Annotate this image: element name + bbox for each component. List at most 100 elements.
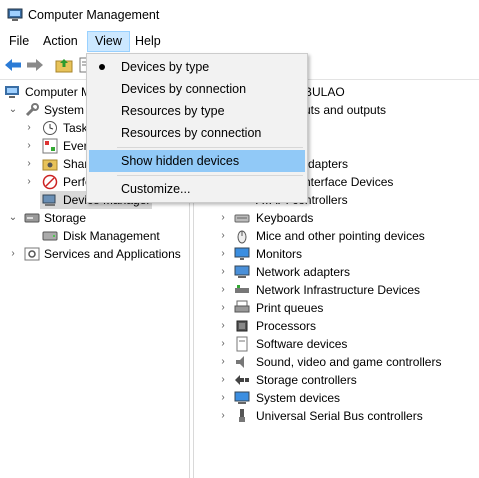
services-icon	[24, 247, 40, 261]
device-category-row[interactable]: › Processors	[194, 317, 479, 335]
device-category-row[interactable]: › Storage controllers	[194, 371, 479, 389]
menu-item-devices-by-type[interactable]: Devices by type	[89, 56, 305, 78]
storage-controller-icon	[235, 375, 249, 385]
tree-label: Monitors	[256, 247, 303, 261]
menu-item-show-hidden-devices[interactable]: Show hidden devices	[89, 150, 305, 172]
chevron-right-icon[interactable]: ›	[218, 335, 228, 353]
chevron-right-icon[interactable]: ›	[24, 119, 34, 137]
tree-label: Shar	[63, 157, 89, 171]
menu-item-devices-by-connection[interactable]: Devices by connection	[89, 78, 305, 100]
menu-item-label: Customize...	[121, 182, 191, 196]
device-category-row[interactable]: › Keyboards	[194, 209, 479, 227]
tree-label: Services and Applications	[44, 247, 181, 261]
monitor-icon	[234, 247, 250, 260]
chevron-right-icon[interactable]: ›	[218, 317, 228, 335]
forward-arrow-icon[interactable]	[26, 57, 44, 73]
tree-label: Processors	[256, 319, 317, 333]
device-category-row[interactable]: › Monitors	[194, 245, 479, 263]
chevron-right-icon[interactable]: ›	[218, 353, 228, 371]
chevron-right-icon[interactable]: ›	[218, 299, 228, 317]
menu-bar: File Action View Help	[0, 31, 479, 52]
folder-up-icon[interactable]	[55, 57, 73, 73]
tree-label: Ever	[63, 139, 88, 153]
menu-action[interactable]: Action	[36, 31, 85, 52]
tree-item-services-and-applications[interactable]: › Services and Applications	[0, 245, 189, 263]
menu-separator	[117, 175, 303, 176]
mouse-icon	[237, 230, 247, 244]
device-category-row[interactable]: › Universal Serial Bus controllers	[194, 407, 479, 425]
device-category-row[interactable]: › Software devices	[194, 335, 479, 353]
tree-label: Storage controllers	[256, 373, 357, 387]
chevron-right-icon[interactable]: ›	[218, 209, 228, 227]
software-device-icon	[236, 336, 248, 352]
network-infrastructure-icon	[235, 285, 249, 293]
chevron-right-icon[interactable]: ›	[218, 227, 228, 245]
chevron-right-icon[interactable]: ›	[8, 245, 18, 263]
menu-file[interactable]: File	[2, 31, 36, 52]
menu-item-customize[interactable]: Customize...	[89, 178, 305, 200]
menu-help[interactable]: Help	[128, 31, 168, 52]
tree-label: Task	[63, 121, 88, 135]
chevron-right-icon[interactable]: ›	[24, 173, 34, 191]
chevron-right-icon[interactable]: ›	[24, 137, 34, 155]
chevron-right-icon[interactable]: ›	[218, 407, 228, 425]
processor-icon	[236, 320, 248, 332]
menu-item-label: Devices by connection	[121, 82, 247, 96]
tree-label: uts and outputs	[304, 103, 387, 117]
computer-name-label: BULAO	[304, 85, 345, 99]
chevron-down-icon[interactable]: ⌄	[8, 209, 18, 227]
device-category-row[interactable]: › Network Infrastructure Devices	[194, 281, 479, 299]
device-category-row[interactable]: › System devices	[194, 389, 479, 407]
tree-label: Print queues	[256, 301, 324, 315]
tree-label: Software devices	[256, 337, 348, 351]
device-manager-icon	[42, 194, 56, 206]
title-bar: Computer Management	[0, 0, 479, 31]
tree-item-disk-management[interactable]: Disk Management	[0, 227, 189, 245]
chevron-down-icon[interactable]: ⌄	[8, 101, 18, 119]
device-category-row[interactable]: › Print queues	[194, 299, 479, 317]
device-category-row[interactable]: › Network adapters	[194, 263, 479, 281]
menu-separator	[117, 147, 303, 148]
system-device-icon	[234, 391, 250, 404]
sound-icon	[236, 356, 244, 368]
menu-item-label: Devices by type	[121, 60, 210, 74]
network-adapter-icon	[234, 265, 250, 278]
tree-label: dapters	[308, 157, 349, 171]
keyboard-icon	[234, 214, 250, 223]
tree-label: System devices	[256, 391, 341, 405]
shared-folder-icon	[42, 159, 58, 171]
clock-icon	[43, 121, 57, 135]
tree-label: Network Infrastructure Devices	[256, 283, 421, 297]
menu-item-resources-by-type[interactable]: Resources by type	[89, 100, 305, 122]
chevron-right-icon[interactable]: ›	[218, 389, 228, 407]
tools-icon	[25, 103, 39, 117]
tree-label: Mice and other pointing devices	[256, 229, 425, 243]
event-viewer-icon	[42, 138, 58, 154]
computer-management-icon	[5, 86, 19, 98]
chevron-right-icon[interactable]: ›	[218, 245, 228, 263]
tree-label: nterface Devices	[304, 175, 394, 189]
menu-item-label: Resources by connection	[121, 126, 262, 140]
chevron-right-icon[interactable]: ›	[24, 155, 34, 173]
device-category-row[interactable]: › Mice and other pointing devices	[194, 227, 479, 245]
storage-icon	[24, 213, 40, 223]
performance-icon	[42, 174, 58, 190]
tree-label: Keyboards	[256, 211, 314, 225]
tree-label: Disk Management	[63, 229, 160, 243]
tree-label: Universal Serial Bus controllers	[256, 409, 423, 423]
menu-item-label: Show hidden devices	[121, 154, 240, 168]
view-menu: Devices by type Devices by connection Re…	[86, 53, 308, 203]
disk-icon	[42, 231, 58, 241]
chevron-right-icon[interactable]: ›	[218, 263, 228, 281]
device-category-row[interactable]: › Sound, video and game controllers	[194, 353, 479, 371]
menu-view[interactable]: View	[87, 31, 130, 52]
menu-item-resources-by-connection[interactable]: Resources by connection	[89, 122, 305, 144]
tree-item-storage[interactable]: ⌄ Storage	[0, 209, 189, 227]
back-arrow-icon[interactable]	[4, 57, 22, 73]
menu-item-label: Resources by type	[121, 104, 225, 118]
radio-dot-icon	[99, 64, 105, 70]
tree-label: Network adapters	[256, 265, 351, 279]
chevron-right-icon[interactable]: ›	[218, 281, 228, 299]
chevron-right-icon[interactable]: ›	[218, 371, 228, 389]
usb-icon	[239, 409, 245, 422]
